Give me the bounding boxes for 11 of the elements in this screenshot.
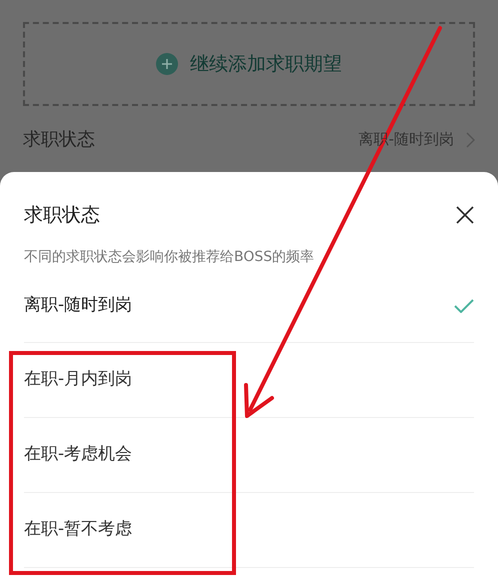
status-option[interactable]: 在职-暂不考虑	[24, 493, 474, 568]
plus-icon	[156, 53, 178, 75]
status-label: 求职状态	[23, 128, 95, 152]
close-icon[interactable]	[456, 206, 474, 224]
status-option[interactable]: 离职-随时到岗	[24, 270, 474, 343]
sheet-title: 求职状态	[24, 202, 100, 228]
status-option[interactable]: 在职-月内到岗	[24, 343, 474, 418]
status-option[interactable]: 在职-考虑机会	[24, 418, 474, 493]
checkmark-icon	[454, 299, 474, 313]
sheet-subtitle: 不同的求职状态会影响你被推荐给BOSS的频率	[24, 249, 314, 265]
chevron-right-icon	[466, 132, 475, 148]
